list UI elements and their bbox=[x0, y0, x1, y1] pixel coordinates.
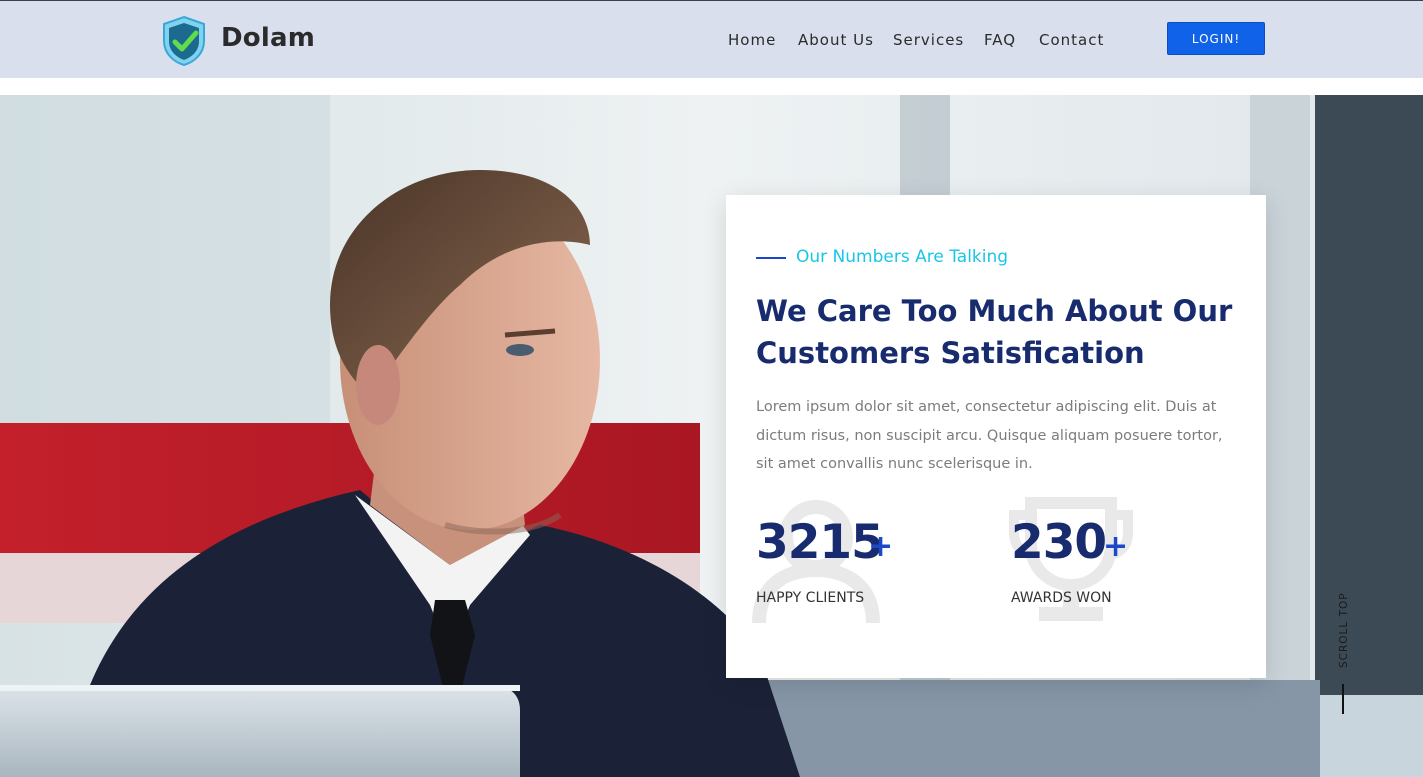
card-title-line-2: Customers Satisfication bbox=[756, 336, 1145, 370]
card-title: We Care Too Much About Our Customers Sat… bbox=[756, 290, 1236, 374]
eyebrow-text: Our Numbers Are Talking bbox=[796, 247, 1009, 267]
brand-name[interactable]: Dolam bbox=[221, 23, 315, 53]
nav-services[interactable]: Services bbox=[893, 31, 964, 49]
scroll-top-label: SCROLL TOP bbox=[1338, 592, 1350, 668]
scroll-top-line bbox=[1342, 684, 1344, 714]
card-paragraph: Lorem ipsum dolor sit amet, consectetur … bbox=[756, 399, 1223, 472]
eyebrow-divider bbox=[756, 257, 786, 259]
stat-awards-won: 230 + AWARDS WON bbox=[1009, 495, 1241, 625]
stat-label: HAPPY CLIENTS bbox=[756, 590, 865, 606]
scroll-top-button[interactable]: SCROLL TOP bbox=[1336, 592, 1352, 673]
shield-check-icon[interactable] bbox=[160, 15, 208, 67]
stat-suffix: + bbox=[1103, 529, 1129, 564]
login-button[interactable]: LOGIN! bbox=[1167, 22, 1265, 55]
stats-card: Our Numbers Are Talking We Care Too Much… bbox=[726, 195, 1266, 678]
nav-faq[interactable]: FAQ bbox=[984, 31, 1016, 49]
stat-suffix: + bbox=[868, 529, 894, 564]
site-header: Dolam Home About Us Services FAQ Contact… bbox=[0, 0, 1423, 78]
stat-value: 230 bbox=[1011, 515, 1107, 570]
stat-happy-clients: 3215 + HAPPY CLIENTS bbox=[752, 495, 986, 625]
stat-label: AWARDS WON bbox=[1011, 590, 1112, 606]
card-title-line-1: We Care Too Much About Our bbox=[756, 294, 1233, 328]
nav-contact[interactable]: Contact bbox=[1039, 31, 1104, 49]
nav-home[interactable]: Home bbox=[728, 31, 776, 49]
stat-value: 3215 bbox=[756, 515, 884, 570]
nav-about-us[interactable]: About Us bbox=[798, 31, 874, 49]
